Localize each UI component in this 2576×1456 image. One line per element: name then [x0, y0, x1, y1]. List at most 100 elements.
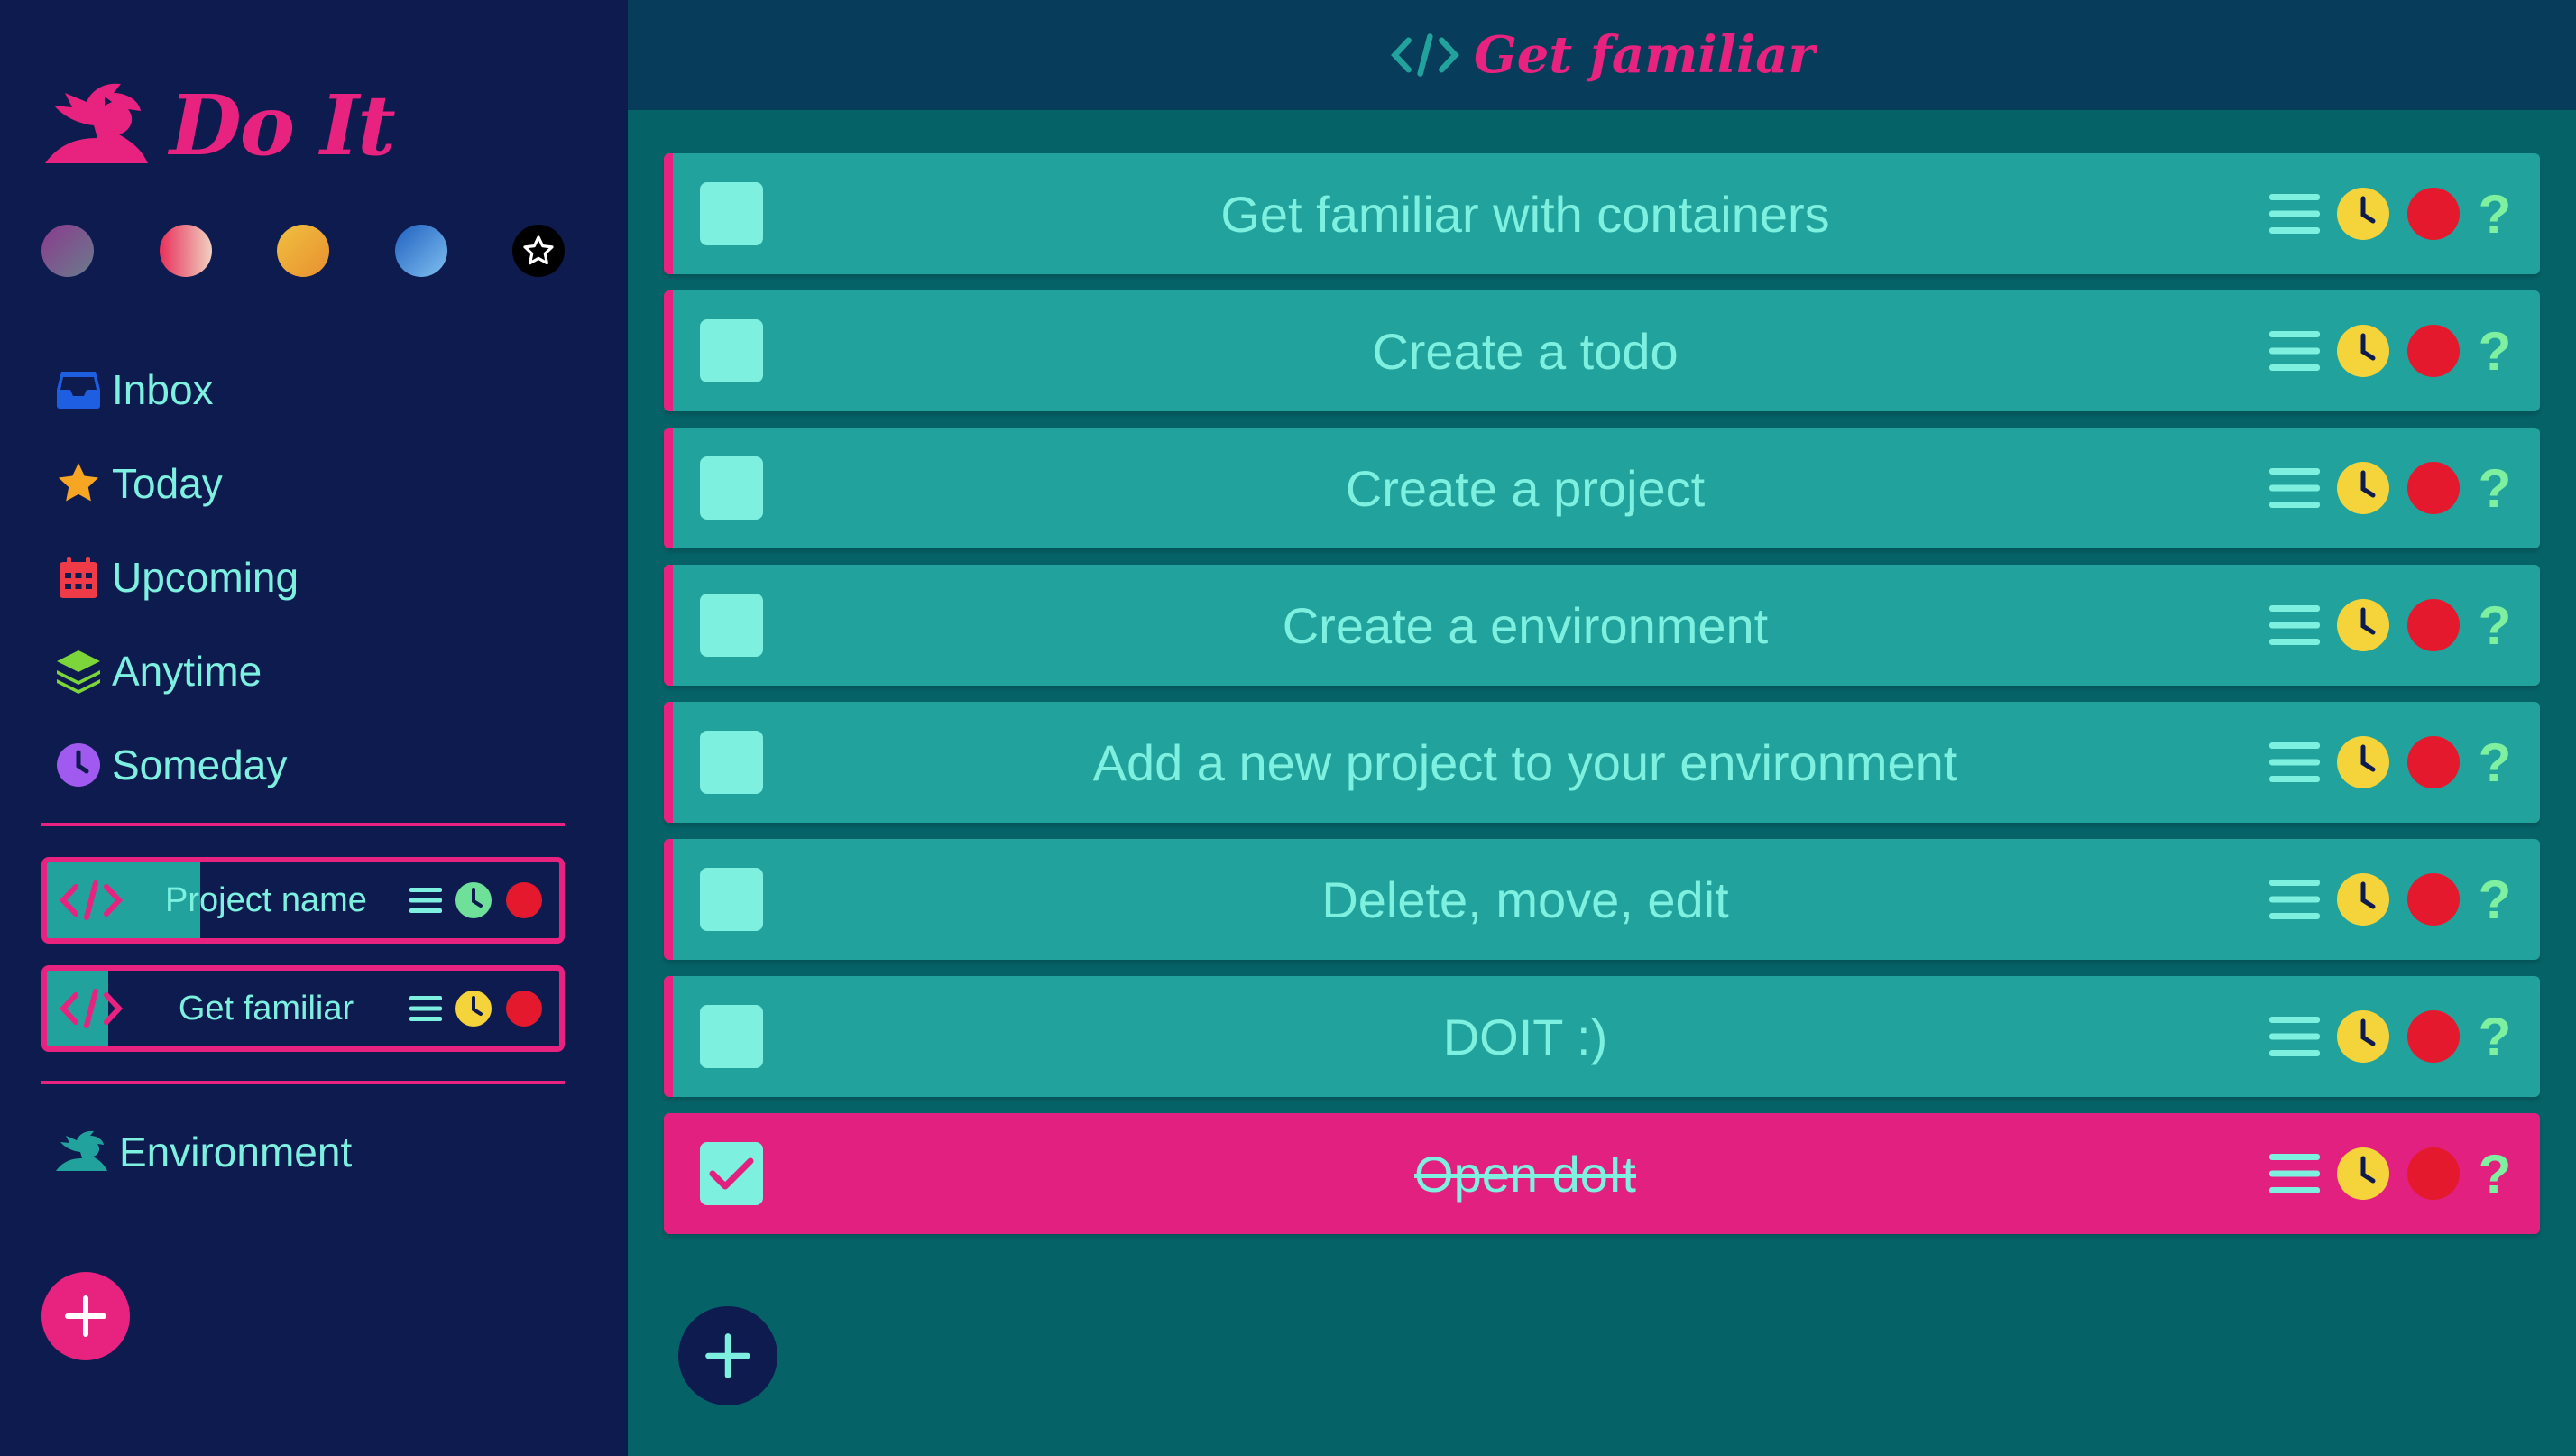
help-icon[interactable]: ? — [2477, 183, 2513, 245]
todo-checkbox[interactable] — [700, 182, 763, 245]
add-todo-button[interactable] — [678, 1306, 777, 1405]
todo-list: Get familiar with containers ? Create a … — [664, 153, 2540, 1250]
clock-icon[interactable] — [2336, 872, 2390, 926]
todo-actions: ? — [2269, 1143, 2513, 1205]
todo-title[interactable]: Get familiar with containers — [781, 185, 2269, 244]
menu-icon[interactable] — [2269, 1015, 2320, 1058]
theme-star-swatch[interactable] — [512, 225, 565, 277]
app-name: Do It — [170, 77, 396, 174]
todo-checkbox[interactable] — [700, 319, 763, 382]
todo-checkbox[interactable] — [700, 1142, 763, 1205]
sidebar-item-label: Someday — [112, 742, 288, 788]
project-card[interactable]: Get familiar — [41, 965, 565, 1052]
delete-icon[interactable] — [505, 990, 543, 1027]
clock-icon[interactable] — [2336, 461, 2390, 515]
menu-icon[interactable] — [409, 886, 442, 915]
project-card[interactable]: Project name — [41, 857, 565, 944]
theme-yellow-swatch[interactable] — [277, 225, 329, 277]
clock-icon[interactable] — [455, 881, 492, 919]
sidebar-item-label: Today — [112, 460, 223, 507]
check-icon — [709, 1157, 754, 1190]
plus-icon — [705, 1333, 750, 1378]
menu-icon[interactable] — [2269, 604, 2320, 647]
todo-checkbox[interactable] — [700, 731, 763, 794]
menu-icon[interactable] — [2269, 878, 2320, 921]
todo-title[interactable]: Create a project — [781, 459, 2269, 518]
todo-title[interactable]: Add a new project to your environment — [781, 733, 2269, 792]
todo-item[interactable]: Get familiar with containers ? — [664, 153, 2540, 274]
sidebar-item-upcoming[interactable]: Upcoming — [54, 530, 299, 624]
theme-blue-swatch[interactable] — [394, 225, 447, 277]
help-icon[interactable]: ? — [2477, 869, 2513, 931]
todo-item[interactable]: Create a todo ? — [664, 290, 2540, 411]
delete-icon[interactable] — [2406, 461, 2461, 515]
todo-actions: ? — [2269, 183, 2513, 245]
sidebar-item-environment[interactable]: Environment — [54, 1128, 352, 1176]
todo-item[interactable]: Delete, move, edit ? — [664, 839, 2540, 960]
clock-icon[interactable] — [2336, 1009, 2390, 1064]
menu-icon[interactable] — [2269, 329, 2320, 373]
sidebar-item-today[interactable]: Today — [54, 437, 299, 530]
sidebar-divider — [41, 1081, 565, 1084]
help-icon[interactable]: ? — [2477, 457, 2513, 520]
menu-icon[interactable] — [2269, 192, 2320, 235]
plus-icon — [65, 1295, 106, 1337]
clock-icon[interactable] — [2336, 324, 2390, 378]
delete-icon[interactable] — [2406, 1147, 2461, 1201]
clock-icon[interactable] — [2336, 598, 2390, 652]
sidebar-item-label: Anytime — [112, 648, 262, 695]
dragon-logo-icon — [45, 83, 148, 163]
code-icon — [60, 880, 123, 920]
delete-icon[interactable] — [2406, 735, 2461, 789]
todo-checkbox[interactable] — [700, 456, 763, 520]
sidebar-nav: Inbox Today Upcoming Anytime Someday — [54, 343, 299, 812]
help-icon[interactable]: ? — [2477, 732, 2513, 794]
delete-icon[interactable] — [2406, 598, 2461, 652]
menu-icon[interactable] — [409, 994, 442, 1023]
inbox-icon — [54, 365, 103, 414]
help-icon[interactable]: ? — [2477, 320, 2513, 382]
todo-checkbox[interactable] — [700, 868, 763, 931]
sidebar-item-label: Inbox — [112, 366, 214, 413]
add-project-button[interactable] — [41, 1272, 130, 1360]
menu-icon[interactable] — [2269, 1152, 2320, 1195]
clock-icon[interactable] — [2336, 187, 2390, 241]
clock-icon[interactable] — [455, 990, 492, 1027]
todo-item[interactable]: Open doIt ? — [664, 1113, 2540, 1234]
help-icon[interactable]: ? — [2477, 594, 2513, 657]
todo-item[interactable]: DOIT :) ? — [664, 976, 2540, 1097]
clock-icon[interactable] — [2336, 1147, 2390, 1201]
todo-title[interactable]: Delete, move, edit — [781, 871, 2269, 929]
theme-purple-swatch[interactable] — [41, 225, 94, 277]
delete-icon[interactable] — [2406, 187, 2461, 241]
delete-icon[interactable] — [2406, 1009, 2461, 1064]
todo-checkbox[interactable] — [700, 1005, 763, 1068]
project-actions — [409, 990, 543, 1027]
help-icon[interactable]: ? — [2477, 1006, 2513, 1068]
sidebar: Do It Inbox Today Upcoming Anytime Somed… — [0, 0, 628, 1456]
app-logo[interactable]: Do It — [41, 76, 396, 175]
sidebar-item-anytime[interactable]: Anytime — [54, 624, 299, 718]
todo-title[interactable]: DOIT :) — [781, 1008, 2269, 1066]
delete-icon[interactable] — [2406, 872, 2461, 926]
sidebar-item-inbox[interactable]: Inbox — [54, 343, 299, 437]
sidebar-item-someday[interactable]: Someday — [54, 718, 299, 812]
star-outline-icon — [523, 235, 554, 265]
delete-icon[interactable] — [505, 881, 543, 919]
delete-icon[interactable] — [2406, 324, 2461, 378]
clock-icon[interactable] — [2336, 735, 2390, 789]
code-icon — [60, 989, 123, 1028]
todo-item[interactable]: Add a new project to your environment ? — [664, 702, 2540, 823]
sidebar-divider — [41, 823, 565, 826]
todo-title[interactable]: Create a todo — [781, 322, 2269, 381]
menu-icon[interactable] — [2269, 741, 2320, 784]
help-icon[interactable]: ? — [2477, 1143, 2513, 1205]
todo-item[interactable]: Create a environment ? — [664, 565, 2540, 686]
menu-icon[interactable] — [2269, 466, 2320, 510]
todo-title[interactable]: Open doIt — [781, 1145, 2269, 1203]
todo-checkbox[interactable] — [700, 594, 763, 657]
layers-icon — [54, 647, 103, 696]
todo-item[interactable]: Create a project ? — [664, 428, 2540, 548]
theme-red-swatch[interactable] — [159, 225, 212, 277]
todo-title[interactable]: Create a environment — [781, 596, 2269, 655]
